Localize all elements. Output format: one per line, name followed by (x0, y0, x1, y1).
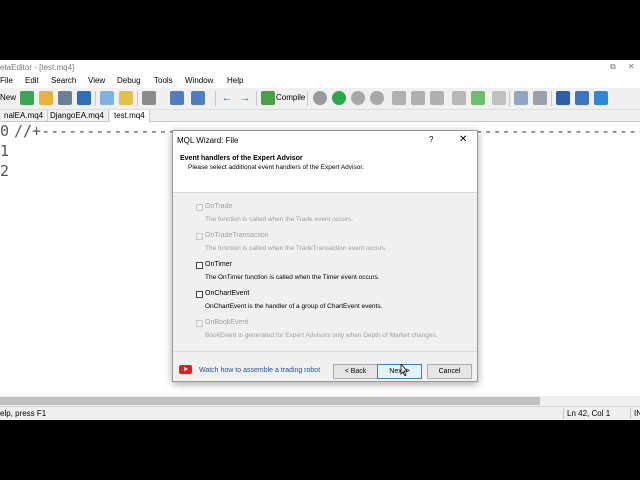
ontradetransaction-label: OnTradeTransaction (205, 232, 269, 239)
find-icon[interactable] (533, 91, 547, 105)
ontrade-checkbox (196, 204, 203, 211)
toolbar-separator (137, 91, 138, 106)
toolbar-separator (256, 91, 257, 106)
toolbar-separator (509, 91, 510, 106)
youtube-icon[interactable] (179, 365, 192, 374)
event-handler-list: OnTrade The function is called when the … (173, 193, 477, 351)
start-debug-icon[interactable] (332, 91, 346, 105)
step-over-icon[interactable] (411, 91, 425, 105)
save-icon[interactable] (58, 91, 72, 105)
step-into-icon[interactable] (392, 91, 406, 105)
menu-edit[interactable]: Edit (25, 76, 39, 85)
mouse-cursor-icon (400, 364, 408, 376)
menu-view[interactable]: View (88, 76, 105, 85)
new-button[interactable]: New (0, 93, 16, 102)
restore-icon[interactable]: ⧉ (610, 62, 616, 72)
status-divider (563, 408, 564, 419)
help-icon[interactable]: ? (429, 135, 433, 144)
stop-icon[interactable] (370, 91, 384, 105)
mql-wizard-dialog: MQL Wizard: File ? ✕ Event handlers of t… (172, 130, 478, 382)
tab-djangoea[interactable]: DjangoEA.mq4 (46, 110, 109, 122)
dialog-footer: Watch how to assemble a trading robot < … (173, 351, 477, 381)
onchartevent-label[interactable]: OnChartEvent (205, 290, 249, 297)
onchartevent-description: OnChartEvent is the handler of a group o… (205, 303, 383, 310)
styler-icon[interactable] (142, 91, 156, 105)
ontimer-checkbox[interactable] (196, 262, 203, 269)
close-icon[interactable]: ✕ (459, 134, 467, 145)
line-number: 2 (0, 162, 10, 180)
watch-video-link[interactable]: Watch how to assemble a trading robot (199, 367, 320, 374)
horizontal-scrollbar[interactable] (0, 396, 640, 406)
line-number: 0 (0, 122, 10, 140)
ontradetransaction-description: The function is called when the TradeTra… (205, 245, 387, 252)
status-bar: elp, press F1 Ln 42, Col 1 IN (0, 406, 640, 420)
copy-icon[interactable] (514, 91, 528, 105)
toolbar-separator (95, 91, 96, 106)
tool-icon[interactable] (575, 91, 589, 105)
step-out-icon[interactable] (430, 91, 444, 105)
insert-variable-icon[interactable] (170, 91, 184, 105)
edit-pen-icon[interactable] (556, 91, 570, 105)
scrollbar-thumb[interactable] (0, 397, 540, 405)
new-project-icon[interactable] (20, 91, 34, 105)
compile-button[interactable]: Compile (276, 93, 305, 102)
run-to-cursor-icon[interactable] (471, 91, 485, 105)
close-window-icon[interactable]: ✕ (628, 62, 635, 71)
back-button[interactable]: < Back (333, 364, 378, 379)
menu-tools[interactable]: Tools (154, 76, 173, 85)
forward-arrow-icon[interactable]: → (238, 91, 252, 105)
toolbar-separator (215, 91, 216, 106)
cancel-button[interactable]: Cancel (427, 364, 472, 379)
ontimer-description: The OnTimer function is called when the … (205, 274, 380, 281)
ontimer-label[interactable]: OnTimer (205, 261, 232, 268)
dialog-subheading: Please select additional event handlers … (188, 164, 364, 171)
debug-settings-icon[interactable] (313, 91, 327, 105)
toolbar: New ← → Compile (0, 88, 640, 110)
dialog-header: Event handlers of the Expert Advisor Ple… (173, 149, 477, 193)
navigator-icon[interactable] (100, 91, 114, 105)
onchartevent-checkbox[interactable] (196, 291, 203, 298)
status-divider (630, 408, 631, 419)
menu-bar: File Edit Search View Debug Tools Window… (0, 75, 640, 88)
ontrade-label: OnTrade (205, 203, 233, 210)
toolbar-separator (307, 91, 308, 106)
insert-mode: IN (634, 409, 640, 418)
ontradetransaction-checkbox (196, 233, 203, 240)
onbookevent-label: OnBookEvent (205, 319, 249, 326)
back-arrow-icon[interactable]: ← (220, 91, 234, 105)
dialog-heading: Event handlers of the Expert Advisor (180, 155, 303, 162)
save-all-icon[interactable] (77, 91, 91, 105)
tab-test[interactable]: test.mq4 (110, 110, 150, 122)
menu-search[interactable]: Search (51, 76, 76, 85)
title-bar: etaEditor - [test.mq4] ⧉ ✕ (0, 60, 640, 75)
compile-icon[interactable] (261, 91, 275, 105)
onbookevent-checkbox (196, 320, 203, 327)
ontrade-description: The function is called when the Trade ev… (205, 216, 354, 223)
open-folder-icon[interactable] (39, 91, 53, 105)
insert-function-icon[interactable] (191, 91, 205, 105)
status-help-text: elp, press F1 (0, 409, 47, 418)
menu-debug[interactable]: Debug (117, 76, 141, 85)
window-title: etaEditor - [test.mq4] (0, 63, 75, 72)
tab-nalea[interactable]: nalEA.mq4 (0, 110, 49, 122)
pause-icon[interactable] (351, 91, 365, 105)
toolbar-separator (551, 91, 552, 106)
menu-help[interactable]: Help (227, 76, 243, 85)
breakpoint-icon[interactable] (492, 91, 506, 105)
menu-file[interactable]: File (0, 76, 13, 85)
cursor-position: Ln 42, Col 1 (567, 409, 611, 418)
tab-bar: nalEA.mq4 DjangoEA.mq4 test.mq4 (0, 110, 640, 122)
terminal-icon[interactable] (594, 91, 608, 105)
line-number: 1 (0, 142, 10, 160)
dialog-title: MQL Wizard: File (177, 136, 239, 145)
indent-icon[interactable] (452, 91, 466, 105)
toolbox-icon[interactable] (119, 91, 133, 105)
onbookevent-description: BookEvent is generated for Expert Adviso… (205, 332, 438, 339)
menu-window[interactable]: Window (185, 76, 213, 85)
